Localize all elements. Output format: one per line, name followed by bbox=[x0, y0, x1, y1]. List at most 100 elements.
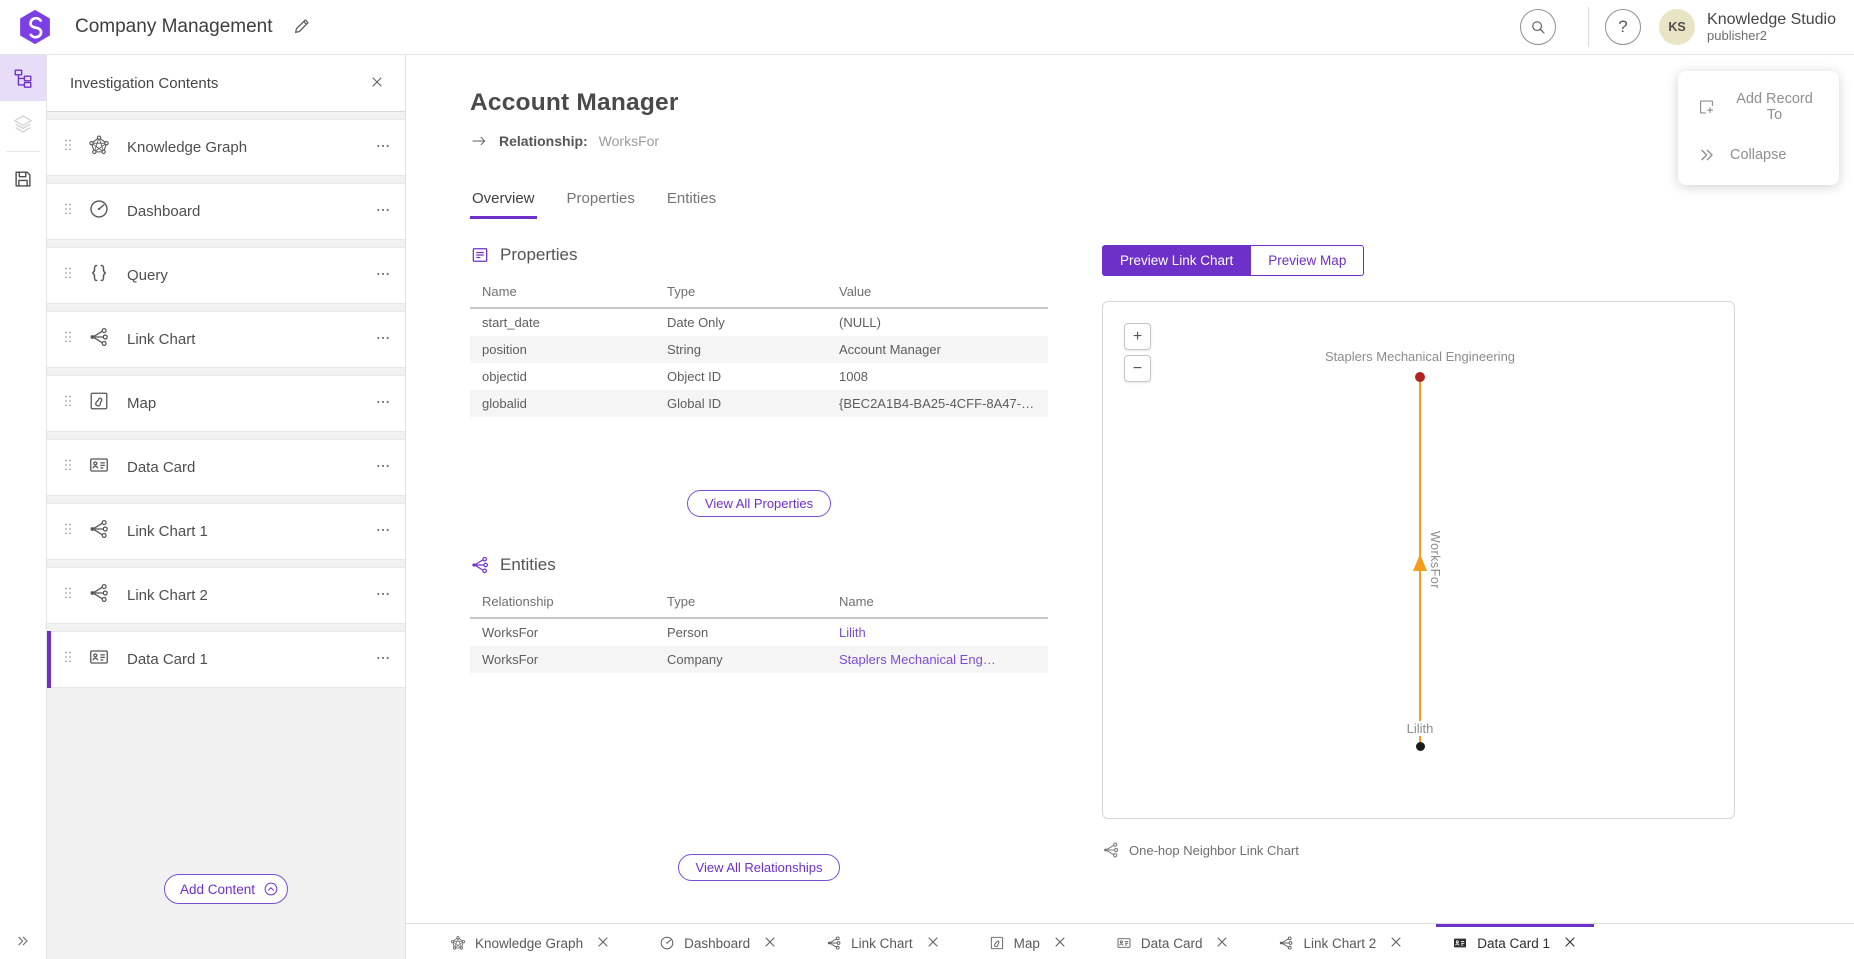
cell-name: globalid bbox=[470, 390, 655, 417]
sidebar-item-link-chart[interactable]: Link Chart bbox=[47, 311, 405, 368]
close-icon bbox=[1052, 934, 1068, 950]
item-menu-button[interactable] bbox=[375, 650, 391, 669]
tab-entities[interactable]: Entities bbox=[665, 190, 718, 219]
sidebar-item-map[interactable]: Map bbox=[47, 375, 405, 432]
edit-title-button[interactable] bbox=[291, 15, 313, 40]
tab-close-button[interactable] bbox=[1052, 934, 1068, 953]
node-dot-company[interactable] bbox=[1415, 372, 1425, 382]
item-menu-button[interactable] bbox=[375, 330, 391, 349]
column-header: Relationship bbox=[470, 588, 655, 618]
add-content-button[interactable]: Add Content bbox=[164, 874, 288, 904]
tab-label: Data Card bbox=[1141, 936, 1203, 951]
rail-layers-button[interactable] bbox=[0, 101, 46, 147]
drag-handle[interactable] bbox=[60, 201, 76, 222]
item-menu-button[interactable] bbox=[375, 522, 391, 541]
preview-column: Preview Link Chart Preview Map + − Works… bbox=[1102, 245, 1735, 859]
preview-map-button[interactable]: Preview Map bbox=[1251, 245, 1364, 276]
rail-save-button[interactable] bbox=[0, 156, 46, 202]
edge-label: WorksFor bbox=[1428, 531, 1442, 589]
sidebar-item-knowledge-graph[interactable]: Knowledge Graph bbox=[47, 119, 405, 176]
drag-handle[interactable] bbox=[60, 649, 76, 670]
link-chart-preview[interactable]: + − WorksFor Staplers Mechanical Enginee… bbox=[1102, 301, 1735, 819]
node-dot-person[interactable] bbox=[1416, 742, 1425, 751]
topbar-actions: ? KS Knowledge Studio publisher2 bbox=[1520, 7, 1836, 47]
user-role: publisher2 bbox=[1707, 29, 1836, 44]
zoom-in-button[interactable]: + bbox=[1124, 323, 1151, 350]
rail-contents-button[interactable] bbox=[0, 55, 46, 101]
sidebar-item-data-card-1[interactable]: Data Card 1 bbox=[47, 631, 405, 688]
tab-close-button[interactable] bbox=[1388, 934, 1404, 953]
drag-handle[interactable] bbox=[60, 265, 76, 286]
bottom-tab-map[interactable]: Map bbox=[973, 924, 1084, 959]
cell-value: (NULL) bbox=[827, 308, 1048, 336]
item-menu-button[interactable] bbox=[375, 202, 391, 221]
properties-icon bbox=[470, 245, 490, 265]
query-icon bbox=[88, 262, 110, 289]
drag-handle[interactable] bbox=[60, 457, 76, 478]
sidebar-item-label: Link Chart 2 bbox=[127, 587, 375, 604]
menu-item-add-record-to[interactable]: Add Record To bbox=[1678, 80, 1839, 134]
close-icon bbox=[595, 934, 611, 950]
sidebar-item-data-card[interactable]: Data Card bbox=[47, 439, 405, 496]
cell-relationship: WorksFor bbox=[470, 618, 655, 646]
item-menu-button[interactable] bbox=[375, 586, 391, 605]
drag-handle[interactable] bbox=[60, 585, 76, 606]
sidebar-item-link-chart-2[interactable]: Link Chart 2 bbox=[47, 567, 405, 624]
tab-properties[interactable]: Properties bbox=[565, 190, 637, 219]
tab-close-button[interactable] bbox=[1562, 934, 1578, 953]
table-row: globalid Global ID {BEC2A1B4-BA25-4CFF-8… bbox=[470, 390, 1048, 417]
column-header: Type bbox=[655, 278, 827, 308]
entities-section-title: Entities bbox=[500, 555, 556, 575]
tab-label: Link Chart bbox=[851, 936, 913, 951]
entity-link[interactable]: Staplers Mechanical Eng… bbox=[839, 652, 996, 667]
bottom-tab-data-card[interactable]: Data Card bbox=[1100, 924, 1247, 959]
sidebar-item-query[interactable]: Query bbox=[47, 247, 405, 304]
tab-close-button[interactable] bbox=[925, 934, 941, 953]
drag-handle[interactable] bbox=[60, 329, 76, 350]
drag-handle[interactable] bbox=[60, 137, 76, 158]
properties-section-header: Properties bbox=[470, 245, 1048, 265]
table-row: WorksFor Person Lilith bbox=[470, 618, 1048, 646]
bottom-tab-link-chart[interactable]: Link Chart bbox=[810, 924, 957, 959]
view-all-relationships-button[interactable]: View All Relationships bbox=[678, 854, 841, 881]
app-logo-icon bbox=[16, 8, 54, 46]
tab-close-button[interactable] bbox=[595, 934, 611, 953]
tab-overview[interactable]: Overview bbox=[470, 190, 537, 219]
table-row: start_date Date Only (NULL) bbox=[470, 308, 1048, 336]
entity-link[interactable]: Lilith bbox=[839, 625, 866, 640]
sidebar-item-link-chart-1[interactable]: Link Chart 1 bbox=[47, 503, 405, 560]
item-menu-button[interactable] bbox=[375, 394, 391, 413]
table-row: position String Account Manager bbox=[470, 336, 1048, 363]
bottom-tab-link-chart-2[interactable]: Link Chart 2 bbox=[1262, 924, 1420, 959]
menu-item-collapse[interactable]: Collapse bbox=[1678, 134, 1839, 176]
tab-close-button[interactable] bbox=[762, 934, 778, 953]
rail-expand-button[interactable] bbox=[0, 927, 46, 955]
search-button[interactable] bbox=[1520, 9, 1556, 45]
tab-close-button[interactable] bbox=[1214, 934, 1230, 953]
bottom-tab-data-card-1[interactable]: Data Card 1 bbox=[1436, 924, 1594, 959]
help-button[interactable]: ? bbox=[1605, 9, 1641, 45]
sidebar-item-dashboard[interactable]: Dashboard bbox=[47, 183, 405, 240]
cell-type: String bbox=[655, 336, 827, 363]
panel-close-button[interactable] bbox=[369, 74, 385, 93]
user-info[interactable]: Knowledge Studio publisher2 bbox=[1707, 11, 1836, 43]
preview-link-chart-button[interactable]: Preview Link Chart bbox=[1102, 245, 1251, 276]
link-chart-icon bbox=[88, 582, 110, 609]
preview-caption-text: One-hop Neighbor Link Chart bbox=[1129, 843, 1299, 858]
drag-handle[interactable] bbox=[60, 393, 76, 414]
item-menu-button[interactable] bbox=[375, 266, 391, 285]
preview-caption: One-hop Neighbor Link Chart bbox=[1102, 841, 1735, 859]
view-all-properties-button[interactable]: View All Properties bbox=[687, 490, 831, 517]
item-menu-button[interactable] bbox=[375, 458, 391, 477]
drag-dots-icon bbox=[60, 393, 76, 409]
avatar[interactable]: KS bbox=[1659, 9, 1695, 45]
sidebar-item-label: Data Card 1 bbox=[127, 651, 375, 668]
sidebar-item-label: Link Chart 1 bbox=[127, 523, 375, 540]
column-header: Name bbox=[827, 588, 1048, 618]
sidebar-item-label: Map bbox=[127, 395, 375, 412]
drag-handle[interactable] bbox=[60, 521, 76, 542]
zoom-out-button[interactable]: − bbox=[1124, 355, 1151, 382]
item-menu-button[interactable] bbox=[375, 138, 391, 157]
bottom-tab-dashboard[interactable]: Dashboard bbox=[643, 924, 794, 959]
bottom-tab-knowledge-graph[interactable]: Knowledge Graph bbox=[434, 924, 627, 959]
